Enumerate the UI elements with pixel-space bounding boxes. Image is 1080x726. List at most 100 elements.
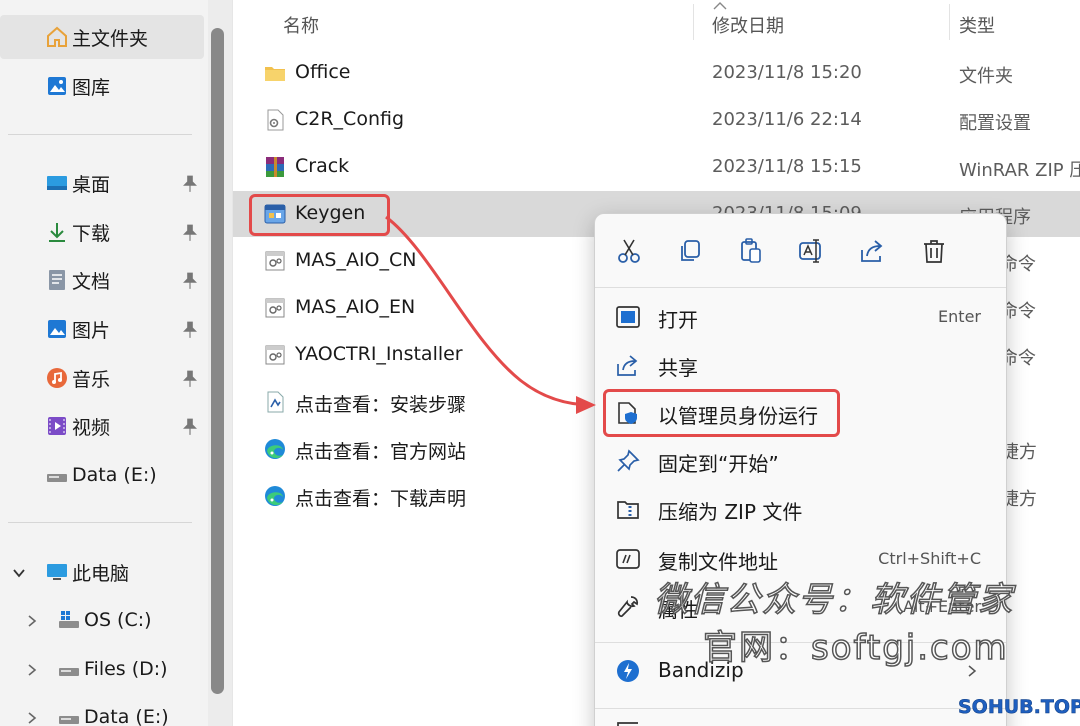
column-header-type[interactable]: 类型	[959, 12, 995, 38]
menu-item-share[interactable]: 共享	[605, 342, 997, 388]
drive-icon	[44, 462, 70, 488]
cmd-file-icon	[263, 296, 287, 320]
delete-icon[interactable]	[919, 236, 949, 266]
file-modified-date: 2023/11/6 22:14	[712, 109, 862, 130]
file-name: 点击查看：安装步骤	[295, 394, 467, 416]
sidebar-item-gallery[interactable]: 图库	[0, 64, 204, 108]
menu-item-shortcut: Enter	[938, 307, 981, 326]
watermark-corner: SOHUB.TOP	[958, 696, 1080, 719]
copy-path-icon	[616, 549, 640, 569]
divider	[595, 708, 1006, 709]
desktop-icon	[44, 170, 70, 196]
file-name: 点击查看：下载声明	[295, 488, 467, 510]
file-name: MAS_AIO_CN	[295, 249, 417, 271]
sidebar-item-documents[interactable]: 文档	[0, 258, 204, 302]
watermark-wechat: 微信公众号：软件管家	[653, 579, 1014, 621]
sidebar-item-label: Data (E:)	[72, 464, 157, 486]
rename-icon[interactable]	[797, 236, 827, 266]
file-row[interactable]: C2R_Config 2023/11/6 22:14 配置设置	[233, 97, 1080, 143]
share-icon	[617, 355, 638, 376]
menu-item-label: 共享	[658, 356, 698, 380]
highlight-box-run-as-admin	[603, 389, 840, 437]
pin-icon[interactable]	[181, 224, 199, 242]
windows-drive-icon	[56, 607, 82, 633]
paste-icon[interactable]	[736, 236, 766, 266]
file-name: 点击查看：官方网站	[295, 441, 467, 463]
winrar-icon	[263, 155, 287, 179]
sidebar-item-home[interactable]: 主文件夹	[0, 15, 204, 59]
sidebar-item-music[interactable]: 音乐	[0, 356, 204, 400]
file-name: MAS_AIO_EN	[295, 296, 416, 318]
cmd-file-icon	[263, 249, 287, 273]
watermark-website: 官网：softgj.com	[702, 627, 1009, 669]
sidebar-item-label: 视频	[72, 416, 111, 439]
text-doc-icon	[263, 390, 287, 414]
sidebar-item-pictures[interactable]: 图片	[0, 307, 204, 351]
pictures-icon	[44, 316, 70, 342]
menu-item-shortcut: Ctrl+Shift+C	[878, 549, 981, 568]
pin-icon[interactable]	[181, 175, 199, 193]
menu-item-label: 复制文件地址	[658, 550, 778, 574]
share-icon[interactable]	[858, 236, 888, 266]
file-modified-date: 2023/11/8 15:20	[712, 62, 862, 83]
pin-icon[interactable]	[181, 370, 199, 388]
menu-item-label: 压缩为 ZIP 文件	[658, 500, 803, 524]
sidebar-item-label: 主文件夹	[72, 27, 149, 50]
folder-icon	[263, 61, 287, 85]
menu-item-label: 打开	[658, 308, 698, 332]
column-header-name[interactable]: 名称	[283, 12, 319, 38]
file-row[interactable]: Office 2023/11/8 15:20 文件夹	[233, 50, 1080, 96]
sidebar-item-drive-e[interactable]: Data (E:)	[0, 695, 204, 726]
sidebar-item-label: 下载	[72, 222, 111, 245]
sidebar-item-data-e[interactable]: Data (E:)	[0, 453, 204, 497]
home-icon	[44, 24, 70, 50]
sidebar-item-drive-d[interactable]: Files (D:)	[0, 647, 204, 691]
video-icon	[44, 413, 70, 439]
file-name: C2R_Config	[295, 108, 405, 130]
copy-icon[interactable]	[675, 236, 705, 266]
more-options-icon[interactable]	[615, 718, 641, 726]
file-row[interactable]: Crack 2023/11/8 15:15 WinRAR ZIP 压	[233, 144, 1080, 190]
pin-icon[interactable]	[181, 272, 199, 290]
scrollbar-thumb[interactable]	[211, 28, 224, 694]
drive-icon	[56, 656, 82, 682]
column-divider[interactable]	[949, 4, 950, 40]
sidebar-item-label: Data (E:)	[84, 706, 169, 726]
sidebar-item-videos[interactable]: 视频	[0, 404, 204, 448]
document-icon	[44, 267, 70, 293]
menu-item-label: 固定到“开始”	[658, 452, 779, 476]
column-divider[interactable]	[693, 4, 694, 40]
sidebar-item-label: 此电脑	[72, 562, 130, 585]
pin-icon[interactable]	[181, 321, 199, 339]
sidebar-item-downloads[interactable]: 下载	[0, 210, 204, 254]
sidebar-item-label: OS (C:)	[84, 609, 152, 631]
edge-icon	[263, 484, 287, 508]
config-file-icon	[263, 108, 287, 132]
divider	[8, 522, 192, 523]
menu-item-compress-zip[interactable]: 压缩为 ZIP 文件	[605, 486, 997, 532]
divider	[8, 134, 192, 135]
menu-item-open[interactable]: 打开 Enter	[605, 294, 997, 340]
divider	[595, 287, 1006, 288]
file-name: Crack	[295, 155, 350, 177]
open-icon	[616, 306, 640, 328]
drive-icon	[56, 704, 82, 726]
sidebar-item-drive-c[interactable]: OS (C:)	[0, 598, 204, 642]
column-header-modified[interactable]: 修改日期	[712, 12, 784, 38]
cut-icon[interactable]	[614, 236, 644, 266]
pin-icon[interactable]	[181, 418, 199, 436]
music-icon	[44, 365, 70, 391]
sidebar-item-desktop[interactable]: 桌面	[0, 161, 204, 205]
sidebar-item-this-pc[interactable]: 此电脑	[0, 550, 204, 594]
file-type: WinRAR ZIP 压	[959, 160, 1080, 181]
bandizip-icon	[617, 660, 639, 682]
sidebar-item-label: 文档	[72, 270, 111, 293]
file-name: YAOCTRI_Installer	[295, 343, 463, 365]
cmd-file-icon	[263, 343, 287, 367]
file-name: Office	[295, 61, 351, 83]
sidebar-item-label: 图片	[72, 319, 111, 342]
sort-ascending-icon	[713, 2, 727, 10]
properties-icon	[617, 596, 639, 618]
menu-item-pin-to-start[interactable]: 固定到“开始”	[605, 438, 997, 484]
pin-icon	[617, 449, 640, 472]
